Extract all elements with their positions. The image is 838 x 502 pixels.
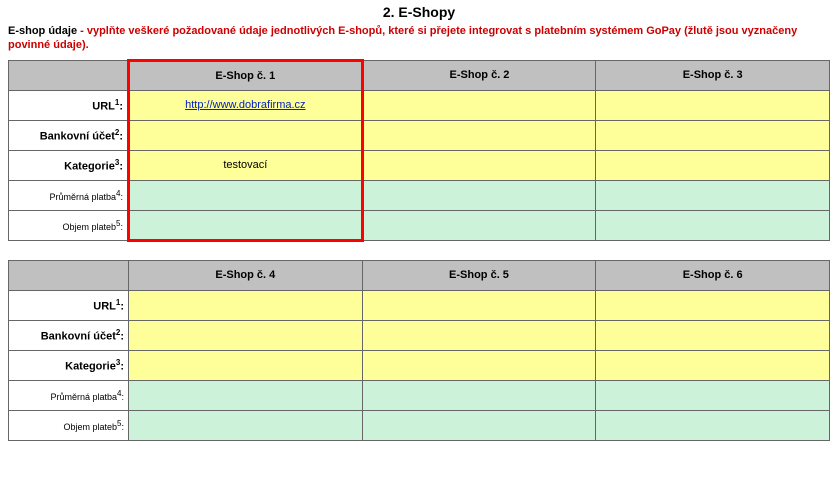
- cell-kategorie-1[interactable]: testovací: [129, 150, 363, 180]
- row-label-objem: Objem plateb5:: [9, 210, 129, 240]
- cell-kategorie-5[interactable]: [362, 350, 596, 380]
- cell-bank-4[interactable]: [129, 320, 363, 350]
- cell-url-4[interactable]: [129, 290, 363, 320]
- col-header-eshop-3: E-Shop č. 3: [596, 60, 830, 90]
- row-label-bank: Bankovní účet2:: [9, 120, 129, 150]
- section-heading: 2. E-Shopy: [8, 4, 830, 20]
- cell-bank-1[interactable]: [129, 120, 363, 150]
- cell-bank-2[interactable]: [362, 120, 596, 150]
- row-label-kategorie: Kategorie3:: [9, 350, 129, 380]
- cell-objem-3[interactable]: [596, 210, 830, 240]
- cell-url-1[interactable]: http://www.dobrafirma.cz: [129, 90, 363, 120]
- cell-kategorie-4[interactable]: [129, 350, 363, 380]
- cell-kategorie-2[interactable]: [362, 150, 596, 180]
- cell-bank-3[interactable]: [596, 120, 830, 150]
- cell-prumerna-4[interactable]: [129, 380, 363, 410]
- col-header-eshop-5: E-Shop č. 5: [362, 260, 596, 290]
- url-link-1[interactable]: http://www.dobrafirma.cz: [185, 99, 305, 111]
- corner-cell: [9, 260, 129, 290]
- eshop-table-1: E-Shop č. 1 E-Shop č. 2 E-Shop č. 3 URL1…: [8, 59, 830, 242]
- row-label-prumerna: Průměrná platba4:: [9, 380, 129, 410]
- cell-objem-2[interactable]: [362, 210, 596, 240]
- cell-kategorie-3[interactable]: [596, 150, 830, 180]
- col-header-eshop-2: E-Shop č. 2: [362, 60, 596, 90]
- cell-prumerna-5[interactable]: [362, 380, 596, 410]
- cell-bank-5[interactable]: [362, 320, 596, 350]
- cell-prumerna-2[interactable]: [362, 180, 596, 210]
- intro-label: E-shop údaje: [8, 25, 77, 37]
- cell-url-6[interactable]: [596, 290, 830, 320]
- cell-url-2[interactable]: [362, 90, 596, 120]
- row-label-kategorie: Kategorie3:: [9, 150, 129, 180]
- col-header-eshop-4: E-Shop č. 4: [129, 260, 363, 290]
- col-header-eshop-6: E-Shop č. 6: [596, 260, 830, 290]
- cell-kategorie-6[interactable]: [596, 350, 830, 380]
- cell-objem-4[interactable]: [129, 410, 363, 440]
- row-label-url: URL1:: [9, 290, 129, 320]
- cell-url-3[interactable]: [596, 90, 830, 120]
- col-header-eshop-1: E-Shop č. 1: [129, 60, 363, 90]
- cell-bank-6[interactable]: [596, 320, 830, 350]
- row-label-objem: Objem plateb5:: [9, 410, 129, 440]
- row-label-prumerna: Průměrná platba4:: [9, 180, 129, 210]
- cell-prumerna-1[interactable]: [129, 180, 363, 210]
- cell-objem-1[interactable]: [129, 210, 363, 240]
- eshop-table-2: E-Shop č. 4 E-Shop č. 5 E-Shop č. 6 URL1…: [8, 260, 830, 441]
- cell-objem-5[interactable]: [362, 410, 596, 440]
- intro-line: E-shop údaje - vyplňte veškeré požadovan…: [8, 24, 830, 53]
- row-label-bank: Bankovní účet2:: [9, 320, 129, 350]
- cell-url-5[interactable]: [362, 290, 596, 320]
- row-label-url: URL1:: [9, 90, 129, 120]
- cell-prumerna-3[interactable]: [596, 180, 830, 210]
- corner-cell: [9, 60, 129, 90]
- intro-text: - vyplňte veškeré požadované údaje jedno…: [8, 25, 797, 51]
- cell-prumerna-6[interactable]: [596, 380, 830, 410]
- cell-objem-6[interactable]: [596, 410, 830, 440]
